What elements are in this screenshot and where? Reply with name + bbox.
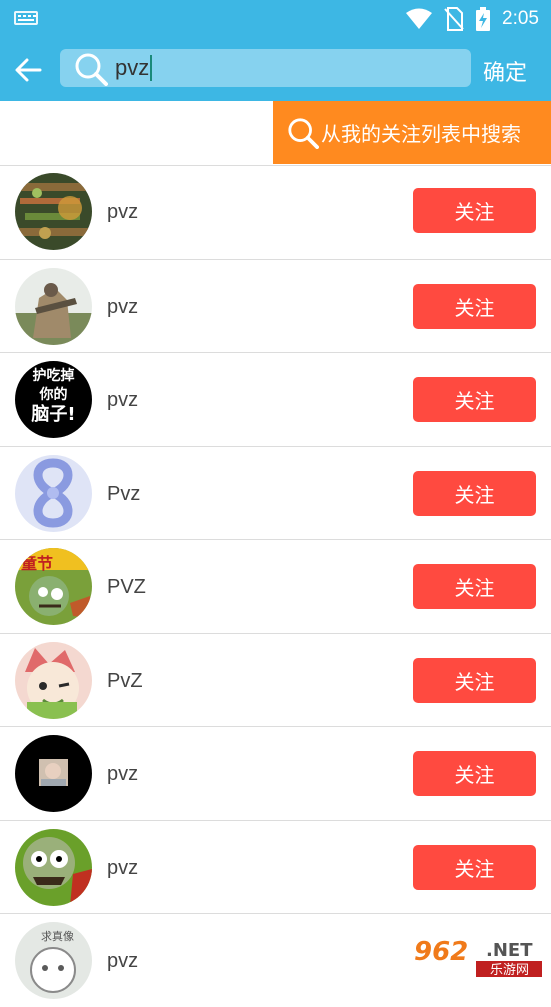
- follow-button[interactable]: 关注: [413, 470, 536, 516]
- avatar-text: 脑子!: [31, 404, 76, 425]
- avatar[interactable]: 护吃掉 你的 脑子!: [15, 361, 92, 438]
- username: pvz: [107, 763, 139, 785]
- follow-button[interactable]: 关注: [413, 844, 536, 890]
- list-item[interactable]: pvz 关注: [0, 260, 551, 353]
- avatar-text: 护吃掉: [32, 368, 75, 384]
- arrow-left-icon: [15, 58, 42, 82]
- username: pvz: [107, 295, 139, 318]
- watermark-text: 乐游网: [490, 963, 529, 978]
- watermark-number: 962: [414, 937, 468, 967]
- list-item[interactable]: Pvz 关注: [0, 447, 551, 540]
- search-follow-list-button[interactable]: 从我的关注列表中搜索: [273, 101, 551, 164]
- confirm-button[interactable]: 确定: [483, 55, 527, 87]
- battery-charging-icon: [476, 7, 491, 31]
- back-button[interactable]: [8, 50, 48, 90]
- search-follow-label: 从我的关注列表中搜索: [321, 122, 521, 146]
- username: PVZ: [107, 576, 146, 598]
- search-icon: [75, 53, 108, 86]
- follow-button[interactable]: 关注: [413, 377, 536, 422]
- avatar[interactable]: [15, 641, 92, 719]
- follow-button[interactable]: 关注: [413, 564, 536, 609]
- search-value: pvz: [115, 55, 150, 80]
- follow-button[interactable]: 关注: [413, 188, 536, 233]
- avatar[interactable]: [15, 735, 92, 812]
- keyboard-icon: [14, 11, 38, 25]
- search-toolbar: pvz 确定: [0, 38, 551, 101]
- username: pvz: [107, 201, 139, 223]
- avatar[interactable]: 求真像: [15, 922, 92, 999]
- follow-button[interactable]: 关注: [413, 283, 536, 329]
- avatar[interactable]: 童节: [15, 548, 92, 625]
- avatar[interactable]: [15, 828, 92, 906]
- avatar[interactable]: [15, 454, 92, 532]
- list-item[interactable]: pvz 关注: [0, 727, 551, 821]
- no-sim-icon: [444, 7, 464, 31]
- user-list: pvz 关注 pvz 关注 护吃掉 你的 脑子! pvz 关注 Pvz 关注 童…: [0, 166, 551, 1007]
- list-item[interactable]: PvZ 关注: [0, 634, 551, 727]
- avatar[interactable]: [15, 267, 92, 345]
- follow-button[interactable]: 关注: [413, 657, 536, 703]
- list-item[interactable]: 护吃掉 你的 脑子! pvz 关注: [0, 353, 551, 447]
- avatar-text: 你的: [39, 387, 68, 403]
- username: pvz: [107, 389, 139, 411]
- avatar-text: 求真像: [41, 930, 74, 943]
- username: pvz: [107, 856, 139, 879]
- status-bar: 2:05: [0, 0, 551, 38]
- text-caret: [150, 55, 153, 81]
- avatar-text: 童节: [21, 554, 54, 573]
- wifi-icon: [406, 8, 433, 29]
- search-input[interactable]: pvz: [60, 49, 471, 87]
- avatar[interactable]: [15, 173, 92, 250]
- list-item[interactable]: pvz 关注: [0, 821, 551, 914]
- username: pvz: [107, 950, 139, 972]
- list-item[interactable]: pvz 关注: [0, 166, 551, 260]
- list-item[interactable]: 童节 PVZ 关注: [0, 540, 551, 634]
- username: Pvz: [107, 482, 141, 505]
- watermark-logo: 962 .NET 乐游网: [410, 934, 544, 978]
- watermark-suffix: .NET: [486, 940, 533, 961]
- follow-button[interactable]: 关注: [413, 751, 536, 796]
- status-time: 2:05: [502, 8, 539, 29]
- sub-bar: 从我的关注列表中搜索: [0, 101, 551, 166]
- username: PvZ: [107, 669, 143, 692]
- search-icon: [288, 117, 319, 149]
